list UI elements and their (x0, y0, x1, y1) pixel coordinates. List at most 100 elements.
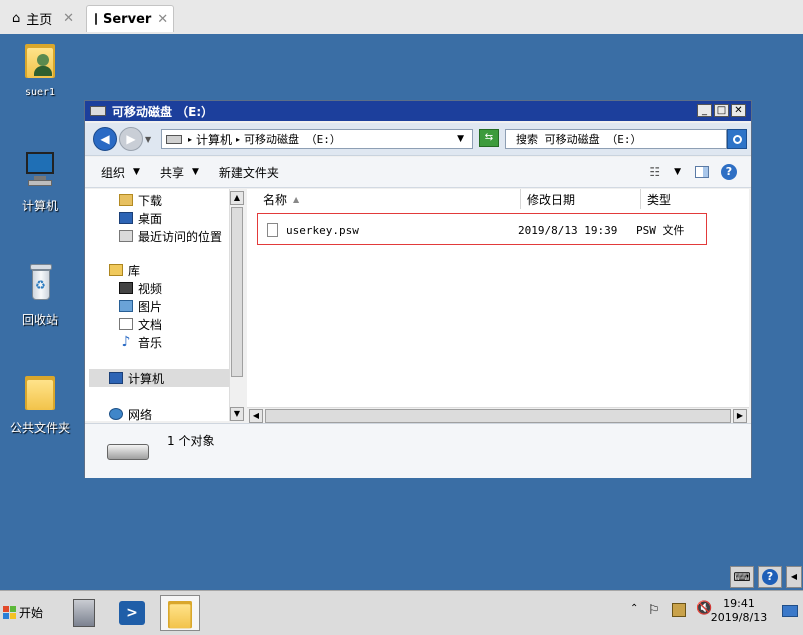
scroll-thumb[interactable] (231, 207, 243, 377)
desktop-icon-recycle-bin[interactable]: ♻ 回收站 (0, 262, 80, 328)
nav-item-label: 图片 (138, 299, 163, 314)
breadcrumb-computer[interactable]: 计算机 (196, 131, 232, 148)
removable-drive-icon (107, 444, 149, 460)
address-bar[interactable]: ▸ 计算机 ▸ 可移动磁盘 （E:） ▼ (161, 129, 473, 149)
server-manager-icon (73, 599, 95, 627)
navigation-pane: 下载 桌面 最近访问的位置 库 视频 图片 文档 ♪ 音乐 计算机 网络 (85, 189, 245, 423)
windows-logo-icon (3, 605, 16, 619)
file-row[interactable]: userkey.psw 2019/8/13 19:39 PSW 文件 (267, 221, 707, 239)
taskbar-explorer-active[interactable] (160, 595, 200, 631)
nav-item-pictures[interactable]: 图片 (119, 297, 162, 315)
close-icon[interactable]: ✕ (157, 12, 168, 27)
back-button[interactable]: ◀ (93, 127, 117, 151)
scroll-right-icon[interactable]: ▶ (733, 409, 747, 423)
share-button[interactable]: 共享 ▼ (160, 164, 199, 181)
close-button[interactable]: ✕ (731, 104, 746, 117)
nav-item-label: 视频 (138, 281, 163, 296)
nav-item-label: 文档 (138, 317, 163, 332)
nav-item-recent[interactable]: 最近访问的位置 (119, 227, 222, 245)
breadcrumb-separator-icon[interactable]: ▸ (188, 135, 192, 144)
nav-item-documents[interactable]: 文档 (119, 315, 162, 333)
action-center-flag-icon[interactable]: ⚐ (648, 603, 660, 618)
window-titlebar[interactable]: 可移动磁盘 （E:） (85, 101, 751, 121)
back-arrow-icon: ◀ (100, 132, 110, 146)
organize-button[interactable]: 组织 ▼ (101, 164, 140, 181)
new-folder-button[interactable]: 新建文件夹 (219, 164, 279, 181)
help-tray-button[interactable]: ? (758, 566, 782, 588)
help-button[interactable]: ? (721, 164, 737, 180)
organize-label: 组织 (101, 165, 126, 180)
nav-item-label: 桌面 (138, 211, 163, 226)
document-icon (119, 318, 133, 330)
scroll-up-icon[interactable]: ▲ (230, 191, 244, 205)
column-header-name[interactable]: 名称 ▲ (247, 189, 521, 209)
tab-home[interactable]: ⌂ 主页 ✕ (4, 5, 82, 32)
show-desktop-icon[interactable] (782, 605, 798, 617)
nav-item-label: 网络 (128, 407, 153, 422)
home-icon: ⌂ (12, 11, 21, 26)
nav-item-network[interactable]: 网络 (109, 405, 152, 423)
address-dropdown-icon[interactable]: ▼ (457, 134, 464, 144)
nav-item-libraries[interactable]: 库 (109, 261, 140, 279)
chevron-down-icon: ▼ (191, 167, 199, 177)
desktop-icon-public-folder[interactable]: 公共文件夹 (0, 372, 80, 436)
keyboard-button[interactable]: ⌨ (730, 566, 754, 588)
chevron-down-icon: ▼ (674, 167, 681, 177)
video-icon (119, 282, 133, 294)
removable-drive-icon (90, 106, 106, 116)
tab-server[interactable]: Server ✕ (86, 5, 174, 32)
column-header-modified[interactable]: 修改日期 (521, 189, 641, 209)
preview-pane-button[interactable] (695, 166, 709, 178)
file-name: userkey.psw (286, 223, 359, 237)
nav-scrollbar[interactable]: ▲ ▼ (229, 189, 246, 421)
taskbar-powershell[interactable]: > (112, 595, 152, 631)
nav-item-videos[interactable]: 视频 (119, 279, 162, 297)
refresh-icon: ⇆ (484, 132, 494, 143)
search-input[interactable]: 搜索 可移动磁盘 （E:） (505, 129, 727, 149)
desktop-icon-label: 回收站 (21, 313, 58, 327)
tray-scroll-button[interactable]: ◀ (786, 566, 802, 588)
sort-ascending-icon: ▲ (293, 194, 300, 204)
network-status-icon[interactable] (672, 603, 686, 617)
tray-clock[interactable]: 19:41 2019/8/13 (708, 597, 770, 625)
refresh-button[interactable]: ⇆ (479, 129, 499, 147)
nav-item-label: 计算机 (128, 371, 165, 386)
explorer-window: 可移动磁盘 （E:） _ □ ✕ ◀ ▶ ▼ ▸ 计算机 ▸ 可移动磁盘 （E:… (84, 100, 752, 478)
column-type-label: 类型 (647, 192, 672, 207)
nav-item-desktop[interactable]: 桌面 (119, 209, 222, 227)
search-button[interactable] (727, 129, 747, 149)
start-button[interactable]: 开始 (3, 600, 49, 624)
taskbar-server-manager[interactable] (64, 595, 104, 631)
desktop-icon-suer1[interactable]: suer1 (0, 40, 80, 98)
nav-item-computer-selected[interactable]: 计算机 (89, 369, 229, 387)
desktop-icon-computer[interactable]: 计算机 (0, 152, 80, 214)
breadcrumb-separator-icon[interactable]: ▸ (236, 135, 240, 144)
nav-item-label: 下载 (138, 193, 163, 208)
folder-icon (168, 598, 192, 629)
recent-pages-dropdown[interactable]: ▼ (145, 135, 151, 144)
tab-bar: ⌂ 主页 ✕ Server ✕ (0, 0, 803, 35)
file-list-scrollbar[interactable]: ◀ ▶ (247, 407, 749, 424)
breadcrumb-location[interactable]: 可移动磁盘 （E:） (244, 131, 341, 147)
start-label: 开始 (19, 605, 44, 620)
view-options-button[interactable]: ☷ ▼ (649, 165, 681, 179)
desktop-icon-label: 公共文件夹 (9, 421, 70, 435)
maximize-button[interactable]: □ (714, 104, 729, 117)
details-pane: 1 个对象 (85, 423, 751, 478)
show-hidden-icons-button[interactable]: ⌃ (630, 603, 638, 614)
generic-file-icon (267, 223, 278, 237)
minimize-button[interactable]: _ (697, 104, 712, 117)
column-header-type[interactable]: 类型 (641, 189, 749, 209)
scroll-left-icon[interactable]: ◀ (249, 409, 263, 423)
scroll-down-icon[interactable]: ▼ (230, 407, 244, 421)
recent-places-icon (119, 230, 133, 242)
computer-icon (109, 372, 123, 384)
nav-item-music[interactable]: ♪ 音乐 (119, 333, 162, 351)
help-icon: ? (762, 569, 778, 585)
chevron-down-icon: ▼ (133, 167, 140, 177)
nav-item-downloads[interactable]: 下载 (119, 191, 222, 209)
scroll-thumb[interactable] (265, 409, 731, 423)
window-title: 可移动磁盘 （E:） (112, 104, 214, 119)
forward-button[interactable]: ▶ (119, 127, 143, 151)
close-icon[interactable]: ✕ (63, 11, 74, 26)
